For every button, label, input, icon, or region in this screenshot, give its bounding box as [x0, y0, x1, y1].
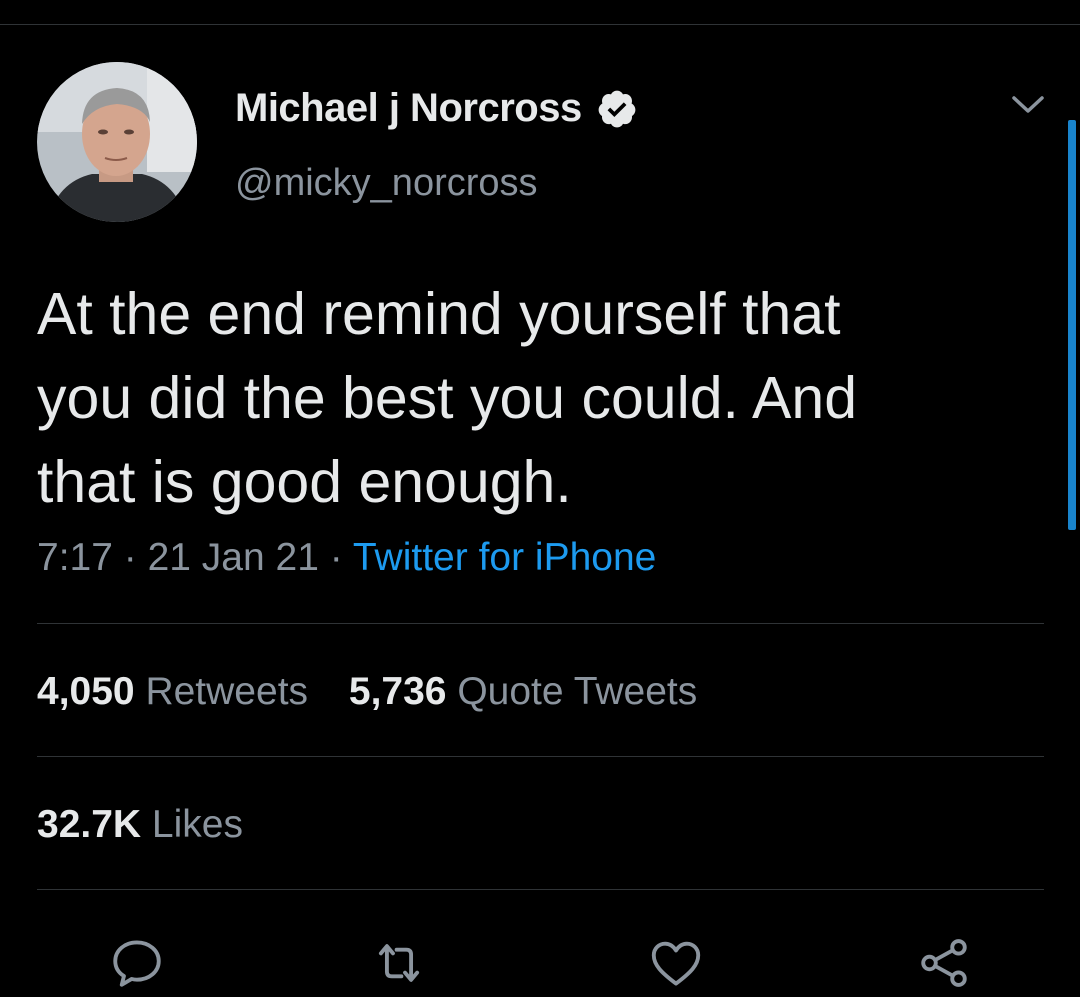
- verified-badge-icon: [598, 90, 636, 127]
- avatar[interactable]: [37, 62, 197, 222]
- author-display-name[interactable]: Michael j Norcross: [235, 86, 582, 131]
- divider: [37, 889, 1044, 890]
- likes-stat[interactable]: 32.7K Likes: [37, 803, 243, 847]
- retweet-button[interactable]: [370, 934, 428, 992]
- reply-button[interactable]: [108, 934, 166, 992]
- more-options-button[interactable]: [1008, 90, 1048, 120]
- quote-tweets-label: Quote Tweets: [457, 670, 698, 713]
- share-icon: [921, 939, 967, 987]
- share-button[interactable]: [915, 934, 973, 992]
- engagement-stats-row: 4,050 Retweets 5,736 Quote Tweets: [37, 670, 697, 714]
- meta-separator: ·: [329, 536, 343, 579]
- divider: [37, 756, 1044, 757]
- tweet-source-link[interactable]: Twitter for iPhone: [353, 536, 656, 579]
- divider: [37, 623, 1044, 624]
- tweet-date[interactable]: 21 Jan 21: [148, 536, 319, 579]
- author-display-name-row[interactable]: Michael j Norcross: [235, 86, 638, 131]
- retweets-count: 4,050: [37, 670, 135, 713]
- author-handle[interactable]: @micky_norcross: [235, 162, 538, 205]
- chevron-down-icon: [1012, 96, 1044, 113]
- quote-tweets-count: 5,736: [348, 670, 447, 713]
- retweets-stat[interactable]: 4,050 Retweets: [37, 670, 308, 714]
- scrollbar[interactable]: [1068, 120, 1076, 530]
- heart-icon: [651, 941, 701, 986]
- comment-icon: [113, 940, 161, 987]
- retweet-icon: [378, 944, 420, 982]
- tweet-action-bar: [0, 928, 1080, 996]
- likes-stats-row: 32.7K Likes: [37, 803, 243, 847]
- tweet-meta: 7:17 · 21 Jan 21 · Twitter for iPhone: [37, 536, 656, 580]
- retweets-label: Retweets: [145, 670, 309, 713]
- quote-tweets-stat[interactable]: 5,736 Quote Tweets: [349, 670, 697, 714]
- like-button[interactable]: [647, 934, 705, 992]
- meta-separator: ·: [123, 536, 137, 579]
- top-divider: [0, 24, 1080, 25]
- likes-label: Likes: [151, 803, 243, 846]
- tweet-text: At the end remind yourself that you did …: [37, 281, 858, 515]
- likes-count: 32.7K: [37, 803, 142, 846]
- tweet-time[interactable]: 7:17: [37, 536, 113, 579]
